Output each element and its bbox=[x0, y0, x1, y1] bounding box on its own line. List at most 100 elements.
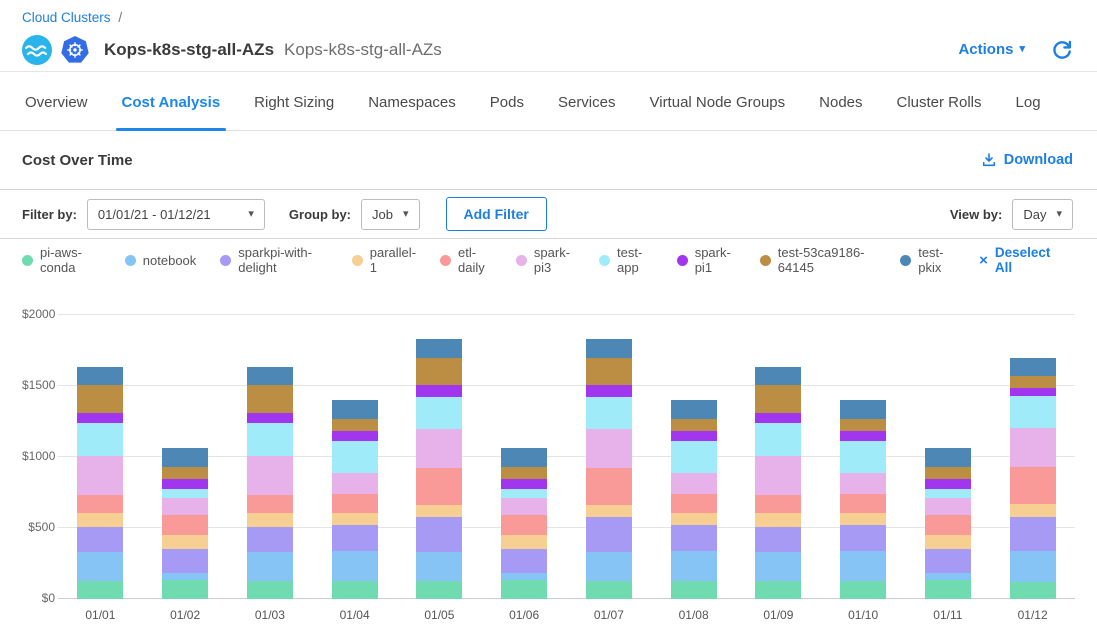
bar-segment-test-app bbox=[501, 489, 547, 498]
bar-segment-spark-pi1 bbox=[77, 413, 123, 423]
bar-segment-test-pkix bbox=[247, 367, 293, 385]
legend-label: test-53ca9186-64145 bbox=[778, 245, 876, 275]
bar-segment-parallel-1 bbox=[77, 513, 123, 526]
stacked-bar-01-04 bbox=[332, 400, 378, 599]
bar-segment-test-app bbox=[755, 423, 801, 456]
bar-segment-spark-pi3 bbox=[77, 456, 123, 495]
bar-segment-pi-aws-conda bbox=[1010, 582, 1056, 599]
view-by-select[interactable]: Day ▾ bbox=[1012, 199, 1073, 230]
bar-segment-notebook bbox=[1010, 551, 1056, 582]
x-axis-label: 01/01 bbox=[58, 608, 143, 622]
bar-segment-pi-aws-conda bbox=[586, 581, 632, 599]
bar-segment-notebook bbox=[77, 552, 123, 580]
bar-segment-spark-pi3 bbox=[1010, 428, 1056, 467]
legend-label: etl-daily bbox=[458, 245, 492, 275]
group-by-select[interactable]: Job ▾ bbox=[361, 199, 420, 230]
legend-item-spark-pi3[interactable]: spark-pi3 bbox=[516, 245, 575, 275]
breadcrumb-link-cloud-clusters[interactable]: Cloud Clusters bbox=[22, 10, 111, 25]
tab-overview[interactable]: Overview bbox=[25, 94, 88, 130]
page-subtitle: Kops-k8s-stg-all-AZs bbox=[284, 40, 442, 60]
legend-dot-icon bbox=[220, 255, 231, 266]
bar-segment-etl-daily bbox=[162, 515, 208, 536]
bar-segment-test-app bbox=[925, 489, 971, 498]
tab-services[interactable]: Services bbox=[558, 94, 616, 130]
bar-segment-parallel-1 bbox=[586, 505, 632, 518]
legend-item-test-pkix[interactable]: test-pkix bbox=[900, 245, 955, 275]
legend-label: notebook bbox=[143, 253, 197, 268]
bar-segment-spark-pi1 bbox=[162, 479, 208, 489]
bar-segment-test-53ca9186-64145 bbox=[247, 385, 293, 413]
bar-segment-pi-aws-conda bbox=[671, 581, 717, 599]
legend-item-parallel-1[interactable]: parallel-1 bbox=[352, 245, 416, 275]
bar-segment-test-pkix bbox=[925, 448, 971, 467]
legend-item-notebook[interactable]: notebook bbox=[125, 253, 197, 268]
bar-segment-notebook bbox=[416, 552, 462, 580]
stacked-bar-01-08 bbox=[671, 400, 717, 599]
tab-virtual-node-groups[interactable]: Virtual Node Groups bbox=[650, 94, 786, 130]
bar-segment-test-pkix bbox=[671, 400, 717, 419]
bar-slot-01-01 bbox=[58, 315, 143, 599]
bar-segment-test-53ca9186-64145 bbox=[162, 467, 208, 479]
x-axis-label: 01/08 bbox=[651, 608, 736, 622]
bar-segment-spark-pi3 bbox=[332, 473, 378, 494]
bar-segment-test-53ca9186-64145 bbox=[755, 385, 801, 413]
bar-segment-parallel-1 bbox=[1010, 504, 1056, 517]
bar-segment-spark-pi1 bbox=[840, 431, 886, 441]
bar-segment-parallel-1 bbox=[501, 535, 547, 549]
legend-item-etl-daily[interactable]: etl-daily bbox=[440, 245, 492, 275]
bar-segment-spark-pi1 bbox=[671, 431, 717, 441]
legend-item-spark-pi1[interactable]: spark-pi1 bbox=[677, 245, 736, 275]
legend-item-pi-aws-conda[interactable]: pi-aws-conda bbox=[22, 245, 101, 275]
legend-item-test-53ca9186-64145[interactable]: test-53ca9186-64145 bbox=[760, 245, 876, 275]
legend-label: pi-aws-conda bbox=[40, 245, 101, 275]
tab-pods[interactable]: Pods bbox=[490, 94, 524, 130]
bar-segment-notebook bbox=[247, 552, 293, 580]
tab-namespaces[interactable]: Namespaces bbox=[368, 94, 456, 130]
legend-dot-icon bbox=[440, 255, 451, 266]
legend-item-sparkpi-with-delight[interactable]: sparkpi-with-delight bbox=[220, 245, 327, 275]
x-axis-label: 01/12 bbox=[990, 608, 1075, 622]
refresh-icon[interactable] bbox=[1051, 39, 1073, 61]
bar-segment-test-app bbox=[332, 441, 378, 474]
legend-dot-icon bbox=[599, 255, 610, 266]
bar-segment-notebook bbox=[332, 551, 378, 581]
tab-cluster-rolls[interactable]: Cluster Rolls bbox=[897, 94, 982, 130]
bar-segment-sparkpi-with-delight bbox=[671, 525, 717, 551]
bar-slot-01-12 bbox=[990, 315, 1075, 599]
download-icon bbox=[981, 152, 997, 168]
bar-segment-spark-pi3 bbox=[162, 498, 208, 515]
chart-plot-area bbox=[58, 315, 1075, 599]
bar-segment-parallel-1 bbox=[671, 513, 717, 525]
bar-segment-spark-pi3 bbox=[586, 429, 632, 468]
tab-log[interactable]: Log bbox=[1016, 94, 1041, 130]
bar-segment-pi-aws-conda bbox=[501, 580, 547, 599]
cost-over-time-chart: 01/0101/0201/0301/0401/0501/0601/0701/08… bbox=[22, 281, 1075, 630]
bar-segment-pi-aws-conda bbox=[755, 581, 801, 599]
bar-slot-01-08 bbox=[651, 315, 736, 599]
actions-button[interactable]: Actions ▾ bbox=[958, 41, 1025, 58]
add-filter-button[interactable]: Add Filter bbox=[446, 197, 547, 231]
bar-segment-parallel-1 bbox=[755, 513, 801, 526]
bar-segment-spark-pi1 bbox=[247, 413, 293, 423]
bar-segment-spark-pi1 bbox=[1010, 388, 1056, 397]
bar-segment-spark-pi3 bbox=[671, 473, 717, 494]
y-axis-label: $1000 bbox=[22, 449, 55, 463]
download-button[interactable]: Download bbox=[981, 152, 1073, 168]
tab-nodes[interactable]: Nodes bbox=[819, 94, 862, 130]
y-axis-label: $500 bbox=[22, 520, 55, 534]
bar-segment-notebook bbox=[840, 551, 886, 581]
bar-segment-test-pkix bbox=[332, 400, 378, 419]
tab-cost-analysis[interactable]: Cost Analysis bbox=[122, 94, 221, 130]
group-by-label: Group by: bbox=[289, 207, 351, 222]
bar-segment-test-app bbox=[416, 397, 462, 429]
deselect-all-button[interactable]: × Deselect All bbox=[979, 245, 1055, 275]
legend-dot-icon bbox=[352, 255, 363, 266]
legend-item-test-app[interactable]: test-app bbox=[599, 245, 653, 275]
bar-segment-test-app bbox=[671, 441, 717, 474]
x-axis-label: 01/09 bbox=[736, 608, 821, 622]
ocean-logo-icon bbox=[22, 35, 52, 65]
bar-slot-01-11 bbox=[906, 315, 991, 599]
date-range-select[interactable]: 01/01/21 - 01/12/21 ▾ bbox=[87, 199, 265, 230]
bar-segment-test-53ca9186-64145 bbox=[332, 419, 378, 430]
tab-right-sizing[interactable]: Right Sizing bbox=[254, 94, 334, 130]
